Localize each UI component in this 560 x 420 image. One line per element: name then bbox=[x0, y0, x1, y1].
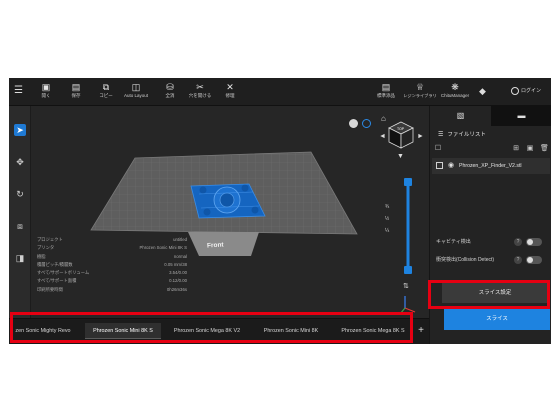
file-list-toolbar: ☐ ⊞ ▣ 🗑 bbox=[430, 144, 551, 156]
auto-layout-button[interactable]: ◫ Auto Layout bbox=[121, 81, 151, 105]
zoom-slider[interactable] bbox=[401, 178, 415, 274]
slice-button[interactable]: スライス bbox=[444, 308, 550, 330]
file-list-title: ☰ ファイルリスト bbox=[438, 132, 486, 138]
tab-print-settings[interactable]: ▬ bbox=[491, 106, 551, 126]
cavity-detect-row: キャビティ検出 ? bbox=[436, 236, 546, 248]
info-row: 積層ピッチ/積層数 0.05 mm/38 bbox=[37, 261, 187, 267]
solid-view-icon[interactable] bbox=[349, 119, 358, 128]
help-icon[interactable]: ? bbox=[514, 256, 522, 264]
tools-icon: ✕ bbox=[226, 82, 234, 92]
highlight-frame-slice-settings bbox=[428, 280, 550, 309]
add-tab-button[interactable]: + bbox=[415, 323, 427, 339]
cut-icon: ✂ bbox=[196, 82, 204, 92]
resin-library-button[interactable]: ♕ レジンライブラリ bbox=[403, 81, 437, 105]
save-icon: ▤ bbox=[381, 82, 391, 92]
repair-button[interactable]: ✕ 修理 bbox=[215, 81, 245, 105]
file-list-item[interactable]: ◉ Phrozen_XP_Finder_V2.stl bbox=[432, 158, 550, 174]
visibility-eye-icon[interactable]: ◉ bbox=[448, 160, 454, 172]
chitumanager-button[interactable]: ❋ ChituManager bbox=[437, 81, 473, 105]
login-button[interactable]: ログイン bbox=[511, 86, 541, 96]
svg-text:⌂: ⌂ bbox=[381, 114, 386, 123]
file-name: Phrozen_XP_Finder_V2.stl bbox=[459, 163, 522, 169]
svg-text:►: ► bbox=[417, 133, 424, 140]
layer-arrows-icon[interactable]: ⇅ bbox=[403, 282, 409, 290]
copy-icon: ⧉ bbox=[102, 82, 110, 92]
folder-open-icon: ▣ bbox=[41, 82, 51, 92]
collision-detect-toggle[interactable] bbox=[526, 256, 542, 264]
project-info-panel: プロジェクト untitled プリンタ Phrozen Sonic Mini 8K… bbox=[37, 236, 187, 294]
info-row: すべて/サポート面積 0.12/0.00 bbox=[37, 278, 187, 284]
open-button[interactable]: ▣ 開く bbox=[31, 81, 61, 105]
collision-detect-row: 衝突検出(Collision Detect) ? bbox=[436, 254, 546, 266]
info-row: プリンタ Phrozen Sonic Mini 8K S bbox=[37, 245, 187, 251]
list-icon: ☰ bbox=[438, 132, 444, 138]
layers-icon: ▬ bbox=[517, 111, 526, 120]
save-button[interactable]: ▤ 保存 bbox=[61, 81, 91, 105]
xray-view-icon[interactable] bbox=[362, 119, 371, 128]
3d-viewport[interactable]: Front プロジェクト untitled プリンタ Phrozen Sonic M… bbox=[31, 106, 429, 318]
standard-support-button[interactable]: ▤ 標準添品 bbox=[371, 81, 401, 105]
info-row: すべて/サポートボリューム 3.54/0.00 bbox=[37, 270, 187, 276]
hamburger-menu-icon[interactable]: ☰ bbox=[14, 86, 24, 96]
library-icon: ♕ bbox=[415, 82, 425, 92]
image-icon[interactable]: ▣ bbox=[526, 145, 534, 153]
cavity-detect-toggle[interactable] bbox=[526, 238, 542, 246]
highlight-frame-printer-tabs bbox=[10, 312, 413, 343]
add-file-icon[interactable]: ⊞ bbox=[512, 145, 520, 153]
clear-all-button[interactable]: ⛁ 全消 bbox=[155, 81, 185, 105]
left-tool-column: ➤ ✥ ↻ ⧈ ◨ bbox=[9, 106, 31, 318]
view-mode-toggle[interactable] bbox=[347, 118, 375, 130]
zoom-tick-label: ¼ bbox=[385, 228, 390, 234]
info-row: 印刷所要時間 0h26m36s bbox=[37, 286, 187, 292]
svg-text:◄: ◄ bbox=[379, 133, 386, 140]
right-panel-tabs: ▧ ▬ bbox=[430, 106, 551, 126]
auto-layout-icon: ◫ bbox=[131, 82, 141, 92]
tab-file-list[interactable]: ▧ bbox=[430, 106, 491, 126]
zoom-tick-label: ¾ bbox=[385, 204, 390, 210]
help-icon[interactable]: ? bbox=[514, 238, 522, 246]
trash-icon[interactable]: 🗑 bbox=[540, 145, 549, 153]
file-settings-icon: ▧ bbox=[456, 111, 465, 120]
hollow-button[interactable]: ✂ 穴を開ける bbox=[185, 81, 215, 105]
copy-button[interactable]: ⧉ コピー bbox=[91, 81, 121, 105]
notification-icon[interactable]: ◆ bbox=[479, 86, 486, 96]
info-row: 樹脂 normal bbox=[37, 253, 187, 259]
info-row: プロジェクト untitled bbox=[37, 237, 187, 242]
rotate-icon[interactable]: ↻ bbox=[14, 188, 26, 200]
user-icon bbox=[511, 86, 519, 95]
front-label: Front bbox=[206, 241, 224, 250]
file-checkbox[interactable] bbox=[436, 162, 443, 169]
select-arrow-icon[interactable]: ➤ bbox=[14, 124, 26, 136]
zoom-tick-label: ½ bbox=[385, 216, 390, 222]
select-all-checkbox[interactable]: ☐ bbox=[434, 145, 442, 153]
view-cube-icon[interactable]: ⌂ TOP ◄ ► ▼ bbox=[377, 112, 425, 160]
svg-text:▼: ▼ bbox=[397, 153, 404, 160]
database-icon: ⛁ bbox=[166, 82, 174, 92]
svg-text:TOP: TOP bbox=[397, 127, 405, 131]
scale-icon[interactable]: ⧈ bbox=[14, 220, 26, 232]
main-toolbar: ☰ ▣ 開く ▤ 保存 ⧉ コピー ◫ Auto Layout ⛁ 全消 ✂ 穴… bbox=[9, 78, 551, 106]
chitu-icon: ❋ bbox=[451, 82, 459, 92]
save-icon: ▤ bbox=[71, 82, 81, 92]
mirror-icon[interactable]: ◨ bbox=[14, 252, 26, 264]
move-icon[interactable]: ✥ bbox=[14, 156, 26, 168]
